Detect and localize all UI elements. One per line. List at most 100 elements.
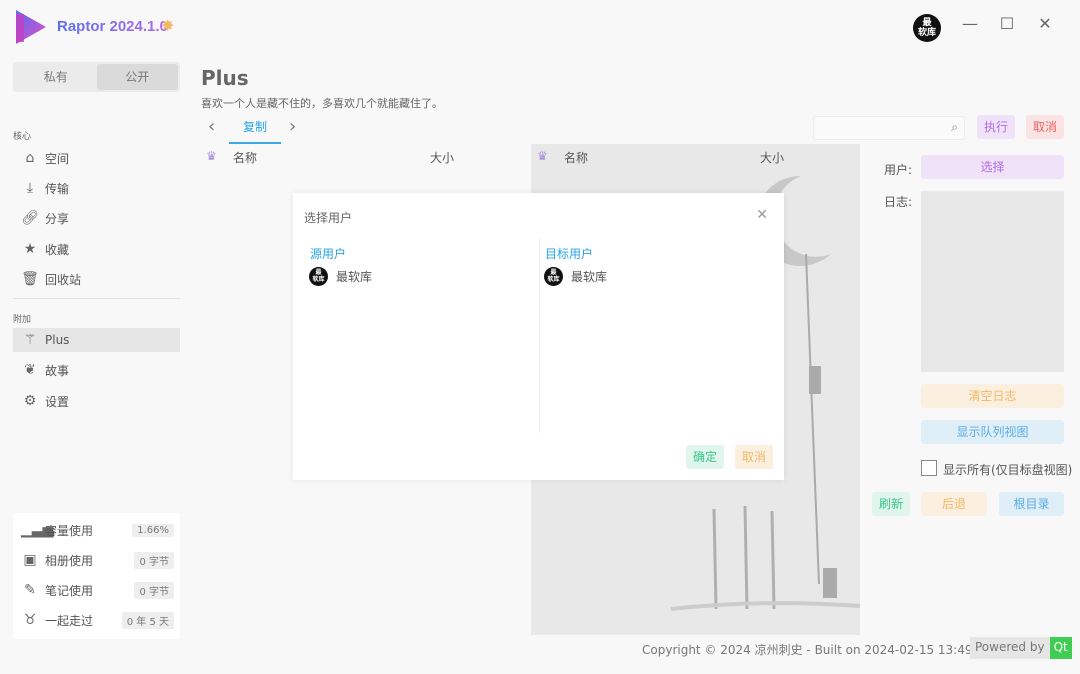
leaf-icon: ❦ bbox=[24, 362, 36, 378]
user-icon: ♛ bbox=[206, 149, 217, 163]
sidebar-item-space[interactable]: ⌂ 空间 bbox=[13, 146, 180, 170]
log-label: 日志: bbox=[884, 195, 913, 209]
label: 传输 bbox=[45, 181, 70, 196]
avatar: 最软库 bbox=[544, 267, 563, 286]
medal-icon: ♉ bbox=[23, 612, 37, 628]
stat-days: ♉ 一起走过 0 年 5 天 bbox=[21, 608, 174, 632]
section-extra: 附加 bbox=[13, 315, 32, 325]
cancel-button[interactable]: 取消 bbox=[1026, 115, 1064, 139]
powered-by-badge[interactable]: Powered by Qt bbox=[970, 637, 1072, 659]
log-textarea[interactable] bbox=[921, 191, 1064, 372]
page-subtitle: 喜欢一个人是藏不住的，多喜欢几个就能藏住了。 bbox=[201, 97, 443, 110]
value: 0 年 5 天 bbox=[121, 611, 174, 629]
copyright: Copyright © 2024 凉州刺史 - Built on 2024-02… bbox=[642, 643, 992, 657]
gear-icon: ⚙ bbox=[23, 393, 37, 409]
star-icon[interactable]: ✸ bbox=[161, 16, 174, 35]
star-icon: ★ bbox=[23, 241, 37, 257]
section-core: 核心 bbox=[13, 132, 32, 142]
select-user-dialog: 选择用户 ✕ 源用户 最软库 最软库 目标用户 最软库 最软库 确定 取消 bbox=[293, 193, 784, 480]
close-icon[interactable]: ✕ bbox=[756, 207, 768, 223]
dialog-cancel-button[interactable]: 取消 bbox=[735, 445, 773, 469]
sidebar-item-favorites[interactable]: ★ 收藏 bbox=[13, 237, 180, 261]
label: 故事 bbox=[45, 363, 70, 378]
show-all-checkbox[interactable] bbox=[921, 460, 937, 476]
value: 0 字节 bbox=[134, 581, 174, 599]
label: 收藏 bbox=[45, 242, 70, 257]
search-icon: ⌕ bbox=[951, 120, 958, 134]
show-queue-button[interactable]: 显示队列视图 bbox=[921, 420, 1064, 444]
user-name: 最软库 bbox=[571, 270, 608, 284]
col-name[interactable]: 名称 bbox=[564, 149, 760, 166]
source-user-heading: 源用户 bbox=[310, 247, 347, 261]
sidebar-item-trash[interactable]: 🗑︎ 回收站 bbox=[13, 267, 180, 291]
refresh-button[interactable]: 刷新 bbox=[872, 492, 910, 516]
value: 0 字节 bbox=[134, 551, 174, 569]
pencil-icon: ✎ bbox=[24, 582, 36, 598]
maximize-button[interactable]: ☐ bbox=[997, 14, 1017, 33]
show-all-label: 显示所有(仅目标盘视图) bbox=[943, 463, 1073, 477]
col-size[interactable]: 大小 bbox=[760, 149, 784, 166]
stat-capacity: ▁▃▅ 容量使用 1.66% bbox=[21, 518, 174, 542]
select-user-button[interactable]: 选择 bbox=[921, 155, 1064, 179]
qt-logo: Qt bbox=[1049, 637, 1072, 659]
label: 空间 bbox=[45, 151, 70, 166]
stat-album: ▣ 相册使用 0 字节 bbox=[21, 548, 174, 572]
user-icon: ♛ bbox=[537, 149, 548, 163]
sidebar-item-story[interactable]: ❦ 故事 bbox=[13, 358, 180, 382]
label: 一起走过 bbox=[45, 613, 94, 628]
sidebar-item-share[interactable]: 🔗︎ 分享 bbox=[13, 206, 180, 230]
label: 回收站 bbox=[45, 272, 82, 287]
divider bbox=[13, 298, 180, 299]
dialog-title: 选择用户 bbox=[304, 211, 353, 225]
sidebar-item-transfer[interactable]: ⤓ 传输 bbox=[13, 176, 180, 200]
stat-notes: ✎ 笔记使用 0 字节 bbox=[21, 578, 174, 602]
avatar: 最软库 bbox=[309, 267, 328, 286]
clear-log-button[interactable]: 清空日志 bbox=[921, 384, 1064, 408]
value: 1.66% bbox=[132, 523, 174, 537]
user-label: 用户: bbox=[884, 163, 913, 177]
root-button[interactable]: 根目录 bbox=[999, 492, 1064, 516]
chevron-left-icon[interactable]: ‹ bbox=[208, 116, 215, 137]
page-title: Plus bbox=[201, 66, 249, 90]
target-list-header: ♛ 名称 大小 bbox=[537, 149, 784, 166]
app-logo bbox=[16, 10, 46, 44]
execute-button[interactable]: 执行 bbox=[977, 115, 1015, 139]
tab-copy[interactable]: 复制 bbox=[229, 114, 281, 144]
label: 相册使用 bbox=[45, 553, 94, 568]
col-name[interactable]: 名称 bbox=[233, 149, 430, 166]
source-user-item[interactable]: 最软库 最软库 bbox=[309, 267, 372, 286]
download-icon: ⤓ bbox=[26, 180, 34, 196]
visibility-toggle: 私有 公开 bbox=[13, 62, 180, 92]
magic-wand-icon: ⚚ bbox=[23, 332, 37, 348]
usage-stats: ▁▃▅ 容量使用 1.66% ▣ 相册使用 0 字节 ✎ 笔记使用 0 字节 ♉ 一起走过 0 … bbox=[13, 513, 180, 639]
back-button[interactable]: 后退 bbox=[921, 492, 987, 516]
target-user-heading: 目标用户 bbox=[545, 247, 594, 261]
powered-label: Powered by bbox=[970, 637, 1050, 659]
label: 分享 bbox=[45, 211, 70, 226]
trash-icon: 🗑︎ bbox=[21, 271, 39, 287]
search-input[interactable]: ⌕ bbox=[813, 116, 965, 140]
avatar[interactable]: 最软库 bbox=[913, 14, 941, 42]
app-title: Raptor 2024.1.0 bbox=[57, 18, 168, 35]
sidebar-item-plus[interactable]: ⚚ Plus bbox=[13, 328, 180, 352]
chevron-right-icon[interactable]: › bbox=[289, 116, 296, 137]
bar-chart-icon: ▁▃▅ bbox=[21, 522, 54, 538]
label: Plus bbox=[45, 333, 70, 347]
link-icon: 🔗︎ bbox=[21, 210, 39, 226]
ok-button[interactable]: 确定 bbox=[686, 445, 724, 469]
close-button[interactable]: ✕ bbox=[1035, 14, 1055, 33]
label: 设置 bbox=[45, 394, 70, 409]
label: 笔记使用 bbox=[45, 583, 94, 598]
public-tab[interactable]: 公开 bbox=[96, 64, 178, 90]
sidebar-item-settings[interactable]: ⚙ 设置 bbox=[13, 389, 180, 413]
home-icon: ⌂ bbox=[25, 150, 35, 166]
target-user-item[interactable]: 最软库 最软库 bbox=[544, 267, 607, 286]
image-icon: ▣ bbox=[23, 552, 37, 568]
label: 容量使用 bbox=[45, 523, 94, 538]
minimize-button[interactable]: — bbox=[960, 14, 980, 33]
col-size[interactable]: 大小 bbox=[430, 149, 454, 166]
source-list-header: ♛ 名称 大小 bbox=[206, 149, 454, 166]
divider bbox=[539, 238, 540, 433]
private-tab[interactable]: 私有 bbox=[15, 64, 97, 90]
user-name: 最软库 bbox=[336, 270, 373, 284]
